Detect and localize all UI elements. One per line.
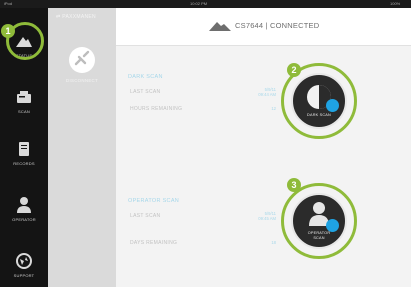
nav-item-label: RECORDS bbox=[13, 161, 35, 166]
dark-hours-value: 12 bbox=[271, 106, 276, 111]
operator-icon bbox=[17, 197, 31, 213]
header: CS7644 | CONNECTED bbox=[116, 8, 411, 46]
disconnect-button[interactable]: DISCONNECT bbox=[48, 34, 116, 94]
status-dot bbox=[326, 99, 339, 112]
dark-scan-button-label: DARK SCAN bbox=[307, 113, 331, 117]
dark-scan-button[interactable]: DARK SCAN bbox=[291, 73, 347, 129]
nav-item-label: OPERATOR bbox=[12, 217, 36, 222]
callout-badge-3: 3 bbox=[287, 178, 301, 192]
dark-hours-label: HOURS REMAINING bbox=[130, 106, 183, 112]
device-panel: ⇄ PAXXMANEN DISCONNECT bbox=[48, 8, 116, 287]
nav-item-label: SCAN bbox=[18, 109, 30, 114]
nav-item-support[interactable]: SUPPORT bbox=[0, 246, 48, 286]
clock-text: 10:02 PM bbox=[190, 1, 208, 6]
scan-icon bbox=[17, 91, 31, 103]
dark-scan-title: DARK SCAN bbox=[128, 74, 163, 80]
operator-last-scan-value: 5/9/11 09:45 AM bbox=[258, 211, 276, 221]
operator-days-label: DAYS REMAINING bbox=[130, 240, 178, 246]
operator-scan-title: OPERATOR SCAN bbox=[128, 198, 180, 204]
connection-title: CS7644 | CONNECTED bbox=[235, 21, 320, 30]
callout-badge-2: 2 bbox=[287, 63, 301, 77]
dark-last-scan-label: LAST SCAN bbox=[130, 89, 161, 95]
nav-item-operator[interactable]: OPERATOR bbox=[0, 190, 48, 230]
callout-badge-1: 1 bbox=[1, 24, 15, 38]
status-bar: iPod 10:02 PM 100% bbox=[0, 0, 411, 8]
nav-item-label: SUPPORT bbox=[13, 273, 35, 278]
device-logo-icon bbox=[209, 22, 231, 31]
panel-title: ⇄ PAXXMANEN bbox=[56, 14, 96, 20]
support-icon bbox=[16, 253, 32, 269]
dark-last-scan-value: 5/9/11 09:44 AM bbox=[258, 87, 276, 97]
carrier-text: iPod bbox=[4, 1, 13, 6]
disconnect-icon bbox=[69, 47, 95, 73]
operator-last-scan-label: LAST SCAN bbox=[130, 213, 161, 219]
operator-scan-button[interactable]: OPERATOR SCAN bbox=[291, 193, 347, 249]
main-content: CS7644 | CONNECTED DARK SCAN LAST SCAN 5… bbox=[116, 8, 411, 287]
battery-text: 100% bbox=[390, 1, 401, 6]
operator-days-value: 18 bbox=[271, 240, 276, 245]
records-icon bbox=[19, 142, 29, 156]
nav-item-records[interactable]: RECORDS bbox=[0, 134, 48, 174]
disconnect-label: DISCONNECT bbox=[65, 78, 99, 83]
operator-scan-button-label: OPERATOR SCAN bbox=[307, 231, 331, 240]
nav-item-scan[interactable]: SCAN bbox=[0, 82, 48, 122]
